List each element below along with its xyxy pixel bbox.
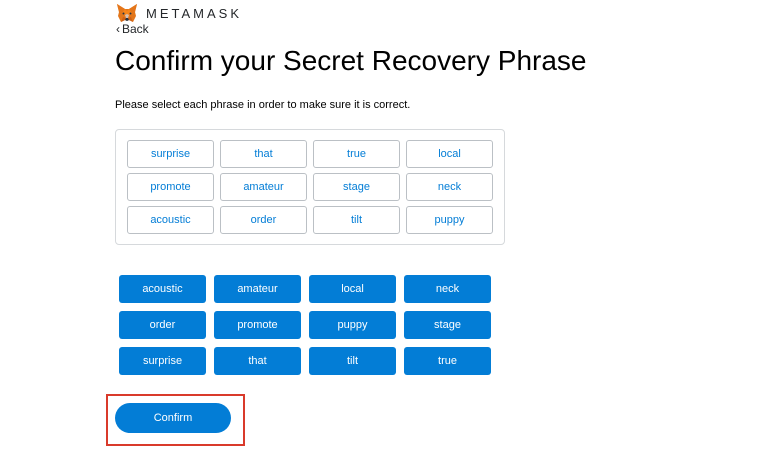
word-option-button[interactable]: order xyxy=(119,311,206,339)
selected-word-chip[interactable]: tilt xyxy=(313,206,400,234)
word-option-button[interactable]: neck xyxy=(404,275,491,303)
selected-word-chip[interactable]: amateur xyxy=(220,173,307,201)
word-option-button[interactable]: amateur xyxy=(214,275,301,303)
brand-name: METAMASK xyxy=(146,5,242,21)
metamask-fox-icon xyxy=(117,4,137,22)
back-label: Back xyxy=(122,22,149,36)
instruction-text: Please select each phrase in order to ma… xyxy=(115,99,411,111)
selected-words-grid: surprise that true local promote amateur… xyxy=(127,140,493,234)
chevron-left-icon: ‹ xyxy=(116,22,120,36)
metamask-brand: METAMASK xyxy=(116,2,242,24)
selected-word-chip[interactable]: acoustic xyxy=(127,206,214,234)
selected-word-chip[interactable]: order xyxy=(220,206,307,234)
selected-word-chip[interactable]: surprise xyxy=(127,140,214,168)
confirm-button[interactable]: Confirm xyxy=(115,403,231,433)
word-option-button[interactable]: that xyxy=(214,347,301,375)
confirm-srp-page: METAMASK ‹ Back Confirm your Secret Reco… xyxy=(0,0,768,463)
selected-word-chip[interactable]: stage xyxy=(313,173,400,201)
word-option-button[interactable]: puppy xyxy=(309,311,396,339)
selected-word-chip[interactable]: puppy xyxy=(406,206,493,234)
selected-word-chip[interactable]: true xyxy=(313,140,400,168)
page-title: Confirm your Secret Recovery Phrase xyxy=(115,45,587,76)
selected-word-chip[interactable]: neck xyxy=(406,173,493,201)
selected-phrase-box: surprise that true local promote amateur… xyxy=(115,129,505,245)
word-options-grid: acoustic amateur local neck order promot… xyxy=(119,275,491,375)
word-option-button[interactable]: true xyxy=(404,347,491,375)
selected-word-chip[interactable]: that xyxy=(220,140,307,168)
word-option-button[interactable]: promote xyxy=(214,311,301,339)
word-option-button[interactable]: surprise xyxy=(119,347,206,375)
word-option-button[interactable]: stage xyxy=(404,311,491,339)
back-link[interactable]: ‹ Back xyxy=(116,22,149,36)
word-option-button[interactable]: tilt xyxy=(309,347,396,375)
selected-word-chip[interactable]: promote xyxy=(127,173,214,201)
word-option-button[interactable]: acoustic xyxy=(119,275,206,303)
word-option-button[interactable]: local xyxy=(309,275,396,303)
selected-word-chip[interactable]: local xyxy=(406,140,493,168)
